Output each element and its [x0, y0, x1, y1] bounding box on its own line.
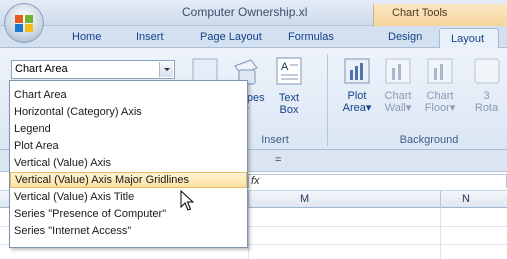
text-box-icon: A — [276, 57, 302, 85]
dropdown-item-vertical-axis-title[interactable]: Vertical (Value) Axis Title — [10, 189, 247, 205]
tab-formulas[interactable]: Formulas — [288, 31, 334, 43]
chart-wall-button[interactable]: Chart Wall▾ — [381, 58, 415, 114]
mouse-pointer-icon — [180, 190, 194, 211]
office-logo-icon — [15, 15, 33, 32]
chart-floor-label-1: Chart — [426, 90, 454, 102]
column-header-m[interactable]: M — [300, 193, 309, 205]
chart-wall-label-2: Wall — [384, 102, 406, 114]
chart-elements-select[interactable]: Chart Area — [11, 60, 175, 79]
column-separator — [248, 191, 249, 209]
dropdown-item-chart-area[interactable]: Chart Area — [10, 87, 247, 103]
insert-group-label: Insert — [261, 134, 289, 146]
tab-layout[interactable]: Layout — [439, 28, 499, 50]
dropdown-item-horizontal-axis[interactable]: Horizontal (Category) Axis — [10, 104, 247, 120]
gridline — [440, 208, 441, 259]
window-title: Computer Ownership.xl — [182, 5, 308, 19]
chart-floor-button[interactable]: Chart Floor▾ — [422, 58, 458, 114]
plot-area-label-2: Area — [342, 102, 366, 114]
office-button[interactable] — [4, 3, 44, 43]
tab-home[interactable]: Home — [72, 31, 101, 43]
plot-area-button[interactable]: Plot Area▾ — [340, 58, 374, 114]
dropdown-item-plot-area[interactable]: Plot Area — [10, 138, 247, 154]
chart-wall-label-1: Chart — [384, 90, 412, 102]
chevron-down-icon[interactable] — [159, 62, 173, 77]
chart-elements-dropdown: Chart Area Horizontal (Category) Axis Le… — [9, 80, 248, 248]
3d-rotation-label-2: Rota — [474, 102, 499, 114]
text-box-label-2: Box — [279, 104, 299, 116]
dropdown-item-series-internet[interactable]: Series "Internet Access" — [10, 223, 247, 239]
text-box-label-1: Text — [278, 92, 300, 104]
tab-insert[interactable]: Insert — [136, 31, 164, 43]
3d-rotation-label-1: 3 — [483, 90, 490, 102]
tab-page-layout[interactable]: Page Layout — [200, 31, 262, 43]
3d-rotation-icon — [474, 58, 499, 84]
svg-text:A: A — [281, 61, 289, 73]
3d-rotation-button[interactable]: 3 Rota — [466, 58, 507, 114]
ribbon-tab-bar: Home Insert Page Layout Formulas Design — [0, 26, 507, 48]
tab-design[interactable]: Design — [388, 31, 422, 43]
fx-icon[interactable]: fx — [251, 175, 260, 187]
group-separator — [327, 54, 328, 146]
dropdown-item-vertical-axis-gridlines[interactable]: Vertical (Value) Axis Major Gridlines — [10, 172, 247, 188]
tab-layout-label: Layout — [451, 33, 485, 45]
formula-equals: = — [275, 154, 282, 166]
dropdown-item-legend[interactable]: Legend — [10, 121, 247, 137]
background-group-label: Background — [399, 134, 459, 146]
chart-elements-value: Chart Area — [15, 63, 68, 75]
chart-wall-icon — [385, 58, 411, 84]
chart-tools-label: Chart Tools — [392, 7, 448, 19]
column-separator — [440, 191, 441, 209]
chart-floor-icon — [427, 58, 453, 84]
gridline — [248, 208, 249, 259]
dropdown-item-vertical-axis[interactable]: Vertical (Value) Axis — [10, 155, 247, 171]
plot-area-label-1: Plot — [347, 90, 367, 102]
column-header-n[interactable]: N — [462, 193, 470, 205]
chart-tools-context: Chart Tools — [373, 4, 507, 26]
plot-area-icon — [344, 58, 370, 84]
text-box-button[interactable]: A Text Box — [272, 56, 306, 116]
chart-floor-label-2: Floor — [424, 102, 450, 114]
dropdown-item-series-presence[interactable]: Series "Presence of Computer" — [10, 206, 247, 222]
